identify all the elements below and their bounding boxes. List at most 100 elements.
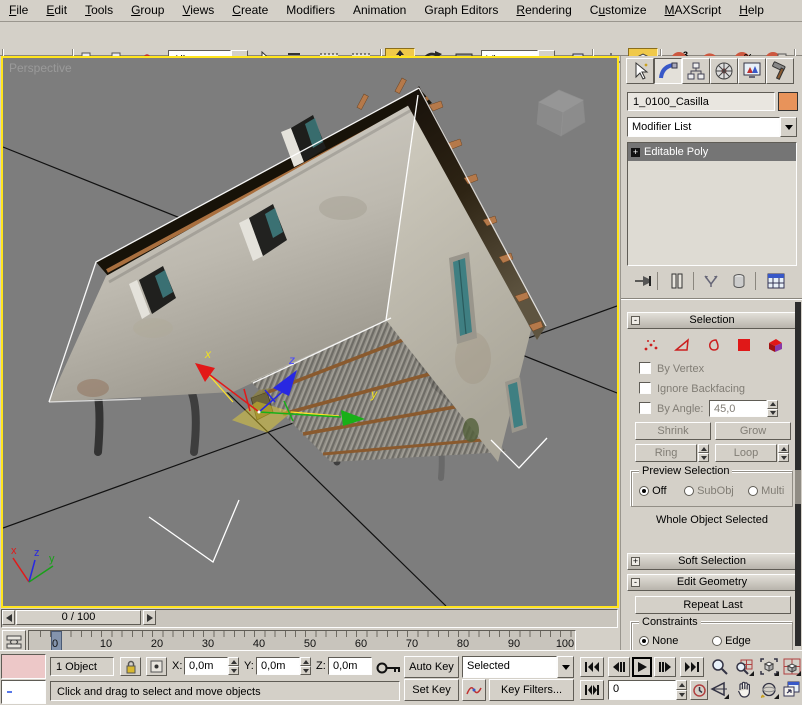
rollout-expand-icon[interactable]: +	[631, 557, 640, 566]
edit-geometry-rollout-header[interactable]: - Edit Geometry	[627, 574, 797, 591]
menu-item-help[interactable]: Help	[730, 0, 773, 21]
panel-scrollbar[interactable]	[795, 302, 801, 646]
object-name-field[interactable]: 1_0100_Casilla	[627, 92, 775, 111]
arc-rotate-button[interactable]	[758, 678, 780, 700]
previous-frame-button[interactable]	[608, 657, 630, 677]
menu-item-maxscript[interactable]: MAXScript	[656, 0, 731, 21]
pan-button[interactable]	[733, 678, 755, 700]
by-angle-spinner[interactable]	[767, 400, 778, 417]
next-frame-button[interactable]	[654, 657, 676, 677]
menu-item-graph-editors[interactable]: Graph Editors	[415, 0, 507, 21]
tab-utilities[interactable]	[766, 58, 794, 84]
auto-key-button[interactable]: Auto Key	[404, 656, 459, 678]
min-max-toggle-icon	[783, 681, 800, 697]
pin-stack-button[interactable]	[631, 270, 655, 292]
selection-lock-toggle[interactable]	[120, 657, 141, 676]
next-frame-arrow[interactable]	[143, 610, 156, 625]
menu-item-rendering[interactable]: Rendering	[507, 0, 580, 21]
stack-expand-icon[interactable]: +	[631, 148, 640, 157]
set-key-button[interactable]: Set Key	[404, 679, 459, 701]
polygon-subobject-button[interactable]	[734, 336, 754, 354]
viewport-label[interactable]: Perspective	[9, 61, 72, 75]
zoom-extents-button[interactable]	[758, 655, 780, 677]
border-subobject-button[interactable]	[703, 336, 723, 354]
tab-display[interactable]	[738, 58, 766, 84]
shrink-button[interactable]: Shrink	[635, 422, 711, 440]
show-end-result-button[interactable]	[665, 270, 689, 292]
loop-spinner[interactable]	[778, 444, 789, 462]
key-mode-arrow[interactable]	[557, 656, 574, 678]
grow-button[interactable]: Grow	[715, 422, 791, 440]
tab-motion[interactable]	[710, 58, 738, 84]
preview-subobj-radio[interactable]: SubObj	[684, 485, 734, 497]
go-to-end-button[interactable]	[680, 657, 704, 677]
modifier-list-combo[interactable]: Modifier List	[627, 117, 797, 137]
remove-modifier-button[interactable]	[727, 270, 751, 292]
repeat-last-button[interactable]: Repeat Last	[635, 596, 791, 614]
ignore-backfacing-checkbox[interactable]	[639, 382, 651, 394]
x-spinner[interactable]	[228, 657, 239, 675]
y-spinner[interactable]	[300, 657, 311, 675]
menu-item-views[interactable]: Views	[173, 0, 223, 21]
perspective-viewport[interactable]: x y z x z y Perspective	[1, 56, 619, 608]
modifier-stack[interactable]: + Editable Poly	[627, 142, 797, 266]
loop-button[interactable]: Loop	[715, 444, 777, 462]
previous-frame-arrow[interactable]	[2, 610, 15, 625]
by-vertex-checkbox[interactable]	[639, 362, 651, 374]
menu-item-customize[interactable]: Customize	[581, 0, 656, 21]
menu-item-create[interactable]: Create	[223, 0, 277, 21]
time-configuration-button[interactable]	[690, 680, 708, 700]
configure-modifier-sets-button[interactable]	[763, 270, 789, 292]
zoom-button[interactable]	[708, 655, 730, 677]
by-angle-field[interactable]: 45,0	[709, 400, 767, 417]
stack-item-editable-poly[interactable]: + Editable Poly	[628, 143, 796, 161]
ring-spinner[interactable]	[698, 444, 709, 462]
modifier-list-arrow[interactable]	[780, 117, 797, 137]
key-mode-toggle-button[interactable]	[580, 680, 604, 700]
z-coordinate-field[interactable]: 0,0m	[328, 657, 372, 675]
tab-create[interactable]	[626, 58, 654, 84]
y-coordinate-field[interactable]: 0,0m	[256, 657, 300, 675]
x-coordinate-field[interactable]: 0,0m	[184, 657, 228, 675]
field-of-view-button[interactable]	[708, 678, 730, 700]
rollout-collapse-icon[interactable]: -	[631, 578, 640, 587]
zoom-extents-all-button[interactable]	[781, 655, 802, 677]
menu-item-modifiers[interactable]: Modifiers	[277, 0, 344, 21]
key-mode-combo[interactable]: Selected	[462, 656, 574, 678]
by-angle-checkbox[interactable]	[639, 402, 651, 414]
keyboard-shortcut-override-toggle[interactable]	[374, 656, 404, 680]
min-max-toggle-button[interactable]	[781, 678, 802, 700]
constraints-edge-radio[interactable]: Edge	[712, 635, 751, 647]
time-slider-handle[interactable]: 0 / 100	[16, 610, 141, 625]
preview-multi-radio[interactable]: Multi	[748, 485, 784, 497]
preview-off-radio[interactable]: Off	[639, 485, 667, 497]
tab-hierarchy[interactable]	[682, 58, 710, 84]
current-frame-field[interactable]: 0	[608, 680, 676, 700]
vertex-subobject-button[interactable]	[641, 336, 661, 354]
edge-subobject-button[interactable]	[672, 336, 692, 354]
rollout-collapse-icon[interactable]: -	[631, 316, 640, 325]
play-button[interactable]	[632, 657, 652, 677]
go-to-start-button[interactable]	[580, 657, 604, 677]
macro-recorder-mini[interactable]	[1, 654, 46, 679]
object-color-swatch[interactable]	[778, 92, 798, 111]
element-subobject-button[interactable]	[765, 336, 785, 354]
soft-selection-rollout-header[interactable]: + Soft Selection	[627, 553, 797, 570]
ring-button[interactable]: Ring	[635, 444, 697, 462]
frame-spinner[interactable]	[676, 680, 687, 700]
set-key-filters-curve-button[interactable]	[462, 679, 486, 701]
constraints-none-radio[interactable]: None	[639, 635, 678, 647]
menu-item-edit[interactable]: Edit	[37, 0, 76, 21]
make-unique-button[interactable]	[699, 270, 723, 292]
absolute-offset-toggle[interactable]	[146, 657, 167, 676]
key-filters-button[interactable]: Key Filters...	[489, 679, 574, 701]
selection-rollout-header[interactable]: - Selection	[627, 312, 797, 329]
menu-item-group[interactable]: Group	[122, 0, 173, 21]
panel-scrollbar-thumb[interactable]	[795, 470, 801, 504]
maxscript-mini-listener[interactable]	[1, 680, 46, 704]
zoom-all-button[interactable]	[733, 655, 755, 677]
menu-item-tools[interactable]: Tools	[76, 0, 122, 21]
menu-item-file[interactable]: File	[0, 0, 37, 21]
tab-modify[interactable]	[654, 58, 682, 84]
menu-item-animation[interactable]: Animation	[344, 0, 415, 21]
